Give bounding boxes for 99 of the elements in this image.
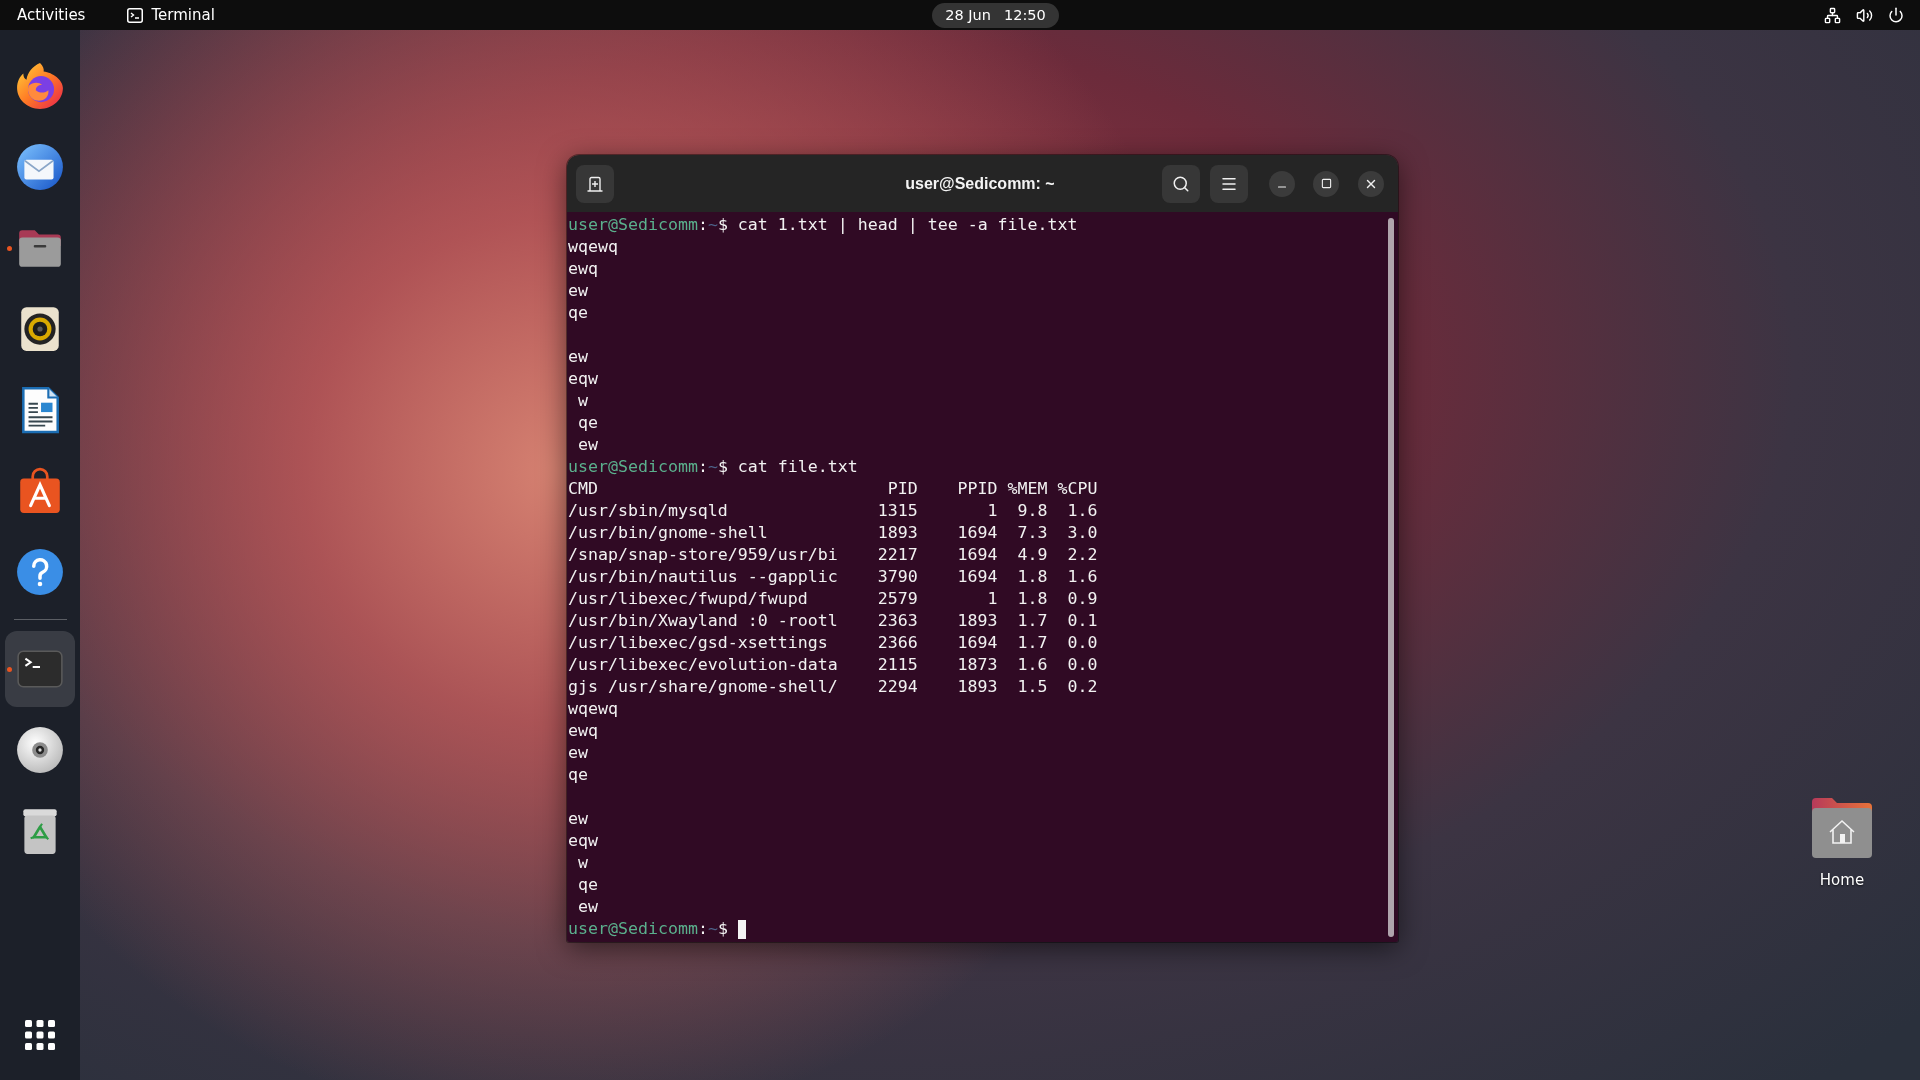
terminal-output-text: ew [568, 346, 588, 368]
table-cell: 1 [987, 500, 998, 522]
table-cell: 2115 [877, 654, 918, 676]
table-header-cell: CMD [568, 478, 598, 500]
terminal-output-text: eqw [568, 830, 598, 852]
volume-icon [1856, 6, 1873, 24]
table-cell: 0.2 [1067, 676, 1098, 698]
app-menu-button[interactable]: Terminal [117, 3, 225, 27]
help-icon [15, 547, 65, 597]
table-cell: 2217 [877, 544, 918, 566]
table-cell: /usr/bin/nautilus --gapplic [568, 566, 838, 588]
table-cell: 1694 [957, 522, 998, 544]
close-button[interactable] [1358, 170, 1384, 197]
disc-icon [15, 725, 65, 775]
table-header-cell: PID [887, 478, 918, 500]
table-cell: 1.6 [1067, 500, 1098, 522]
table-cell: /usr/libexec/gsd-xsettings [568, 632, 828, 654]
shell-prompt: user@Sedicomm:~$ [568, 918, 728, 940]
clock-button[interactable]: 28 Jun 12:50 [932, 2, 1059, 28]
terminal-output-text: w [577, 390, 588, 412]
app-grid-icon [25, 1020, 55, 1050]
table-cell: 2579 [877, 588, 918, 610]
table-cell: 3790 [877, 566, 918, 588]
table-cell: /usr/sbin/mysqld [568, 500, 728, 522]
terminal-output-text: wqewq [568, 698, 618, 720]
scrollbar-thumb[interactable] [1388, 218, 1394, 937]
terminal-output-text: ew [577, 896, 598, 918]
terminal-output-text: ewq [568, 720, 598, 742]
flame-globe-icon [15, 61, 65, 111]
table-cell: 2366 [877, 632, 918, 654]
terminal-output-text: qe [577, 412, 598, 434]
table-cell: 3.0 [1067, 522, 1098, 544]
terminal-output-text: w [577, 852, 588, 874]
shell-prompt: user@Sedicomm:~$ [568, 214, 728, 236]
terminal-output-text: ew [568, 742, 588, 764]
table-cell: /usr/bin/Xwayland :0 -rootl [568, 610, 838, 632]
home-folder-icon[interactable] [1810, 796, 1874, 860]
maximize-button[interactable] [1313, 170, 1339, 197]
add-tab-icon [587, 175, 603, 192]
table-cell: 1.8 [1017, 566, 1048, 588]
table-cell: 0.9 [1067, 588, 1098, 610]
table-cell: 2.2 [1067, 544, 1098, 566]
table-cell: 2294 [877, 676, 918, 698]
terminal-output-text: eqw [568, 368, 598, 390]
table-cell: 0.1 [1067, 610, 1098, 632]
table-header-cell: %MEM [1007, 478, 1048, 500]
shell-prompt: user@Sedicomm:~$ [568, 456, 728, 478]
table-cell: 0.0 [1067, 654, 1098, 676]
table-cell: 1.6 [1067, 566, 1098, 588]
table-header-cell: %CPU [1057, 478, 1098, 500]
table-cell: 1.7 [1017, 632, 1048, 654]
terminal-output-text: ewq [568, 258, 598, 280]
table-cell: 1694 [957, 544, 998, 566]
table-cell: 1.8 [1017, 588, 1048, 610]
table-cell: 1315 [877, 500, 918, 522]
table-cell: /usr/libexec/fwupd/fwupd [568, 588, 808, 610]
table-cell: 1893 [957, 610, 998, 632]
system-menu-button[interactable] [1824, 6, 1904, 24]
window-title: user@Sedicomm: ~ [905, 174, 1055, 193]
new-tab-button[interactable] [576, 164, 614, 203]
table-cell: 7.3 [1017, 522, 1048, 544]
network-icon [1824, 6, 1841, 24]
power-icon [1888, 7, 1904, 23]
table-cell: /usr/bin/gnome-shell [568, 522, 768, 544]
terminal-output-text: ew [577, 434, 598, 456]
command-text: cat 1.txt | head | tee -a file.txt [737, 214, 1078, 236]
envelope-icon [15, 142, 65, 192]
table-cell: 1873 [957, 654, 998, 676]
terminal-output-text: qe [568, 302, 588, 324]
terminal-output-text: qe [568, 764, 588, 786]
search-button[interactable] [1162, 164, 1200, 203]
terminal-icon [127, 7, 144, 23]
table-cell: 2363 [877, 610, 918, 632]
table-cell: 1.6 [1017, 654, 1048, 676]
menu-button[interactable] [1210, 164, 1248, 203]
table-cell: 1 [987, 588, 998, 610]
table-cell: 4.9 [1017, 544, 1048, 566]
table-cell: 1694 [957, 632, 998, 654]
table-cell: 0.0 [1067, 632, 1098, 654]
table-cell: 1694 [957, 566, 998, 588]
command-text: cat file.txt [737, 456, 858, 478]
table-cell: 1.7 [1017, 610, 1048, 632]
terminal-output-text: ew [568, 808, 588, 830]
table-cell: 1.5 [1017, 676, 1048, 698]
table-cell: 1893 [877, 522, 918, 544]
table-cell: 1893 [957, 676, 998, 698]
terminal-output-text: qe [577, 874, 598, 896]
activities-button[interactable]: Activities [7, 3, 96, 27]
table-cell: gjs /usr/share/gnome-shell/ [568, 676, 838, 698]
table-cell: 9.8 [1017, 500, 1048, 522]
search-icon [1172, 174, 1190, 193]
maximize-icon [1320, 178, 1332, 189]
terminal-output-text: wqewq [568, 236, 618, 258]
desktop-icon-label[interactable]: Home [1819, 871, 1865, 889]
terminal-output-text: ew [568, 280, 588, 302]
minimize-button[interactable] [1269, 170, 1295, 197]
table-cell: /snap/snap-store/959/usr/bi [568, 544, 838, 566]
table-cell: /usr/libexec/evolution-data [568, 654, 838, 676]
table-header-cell: PPID [957, 478, 998, 500]
